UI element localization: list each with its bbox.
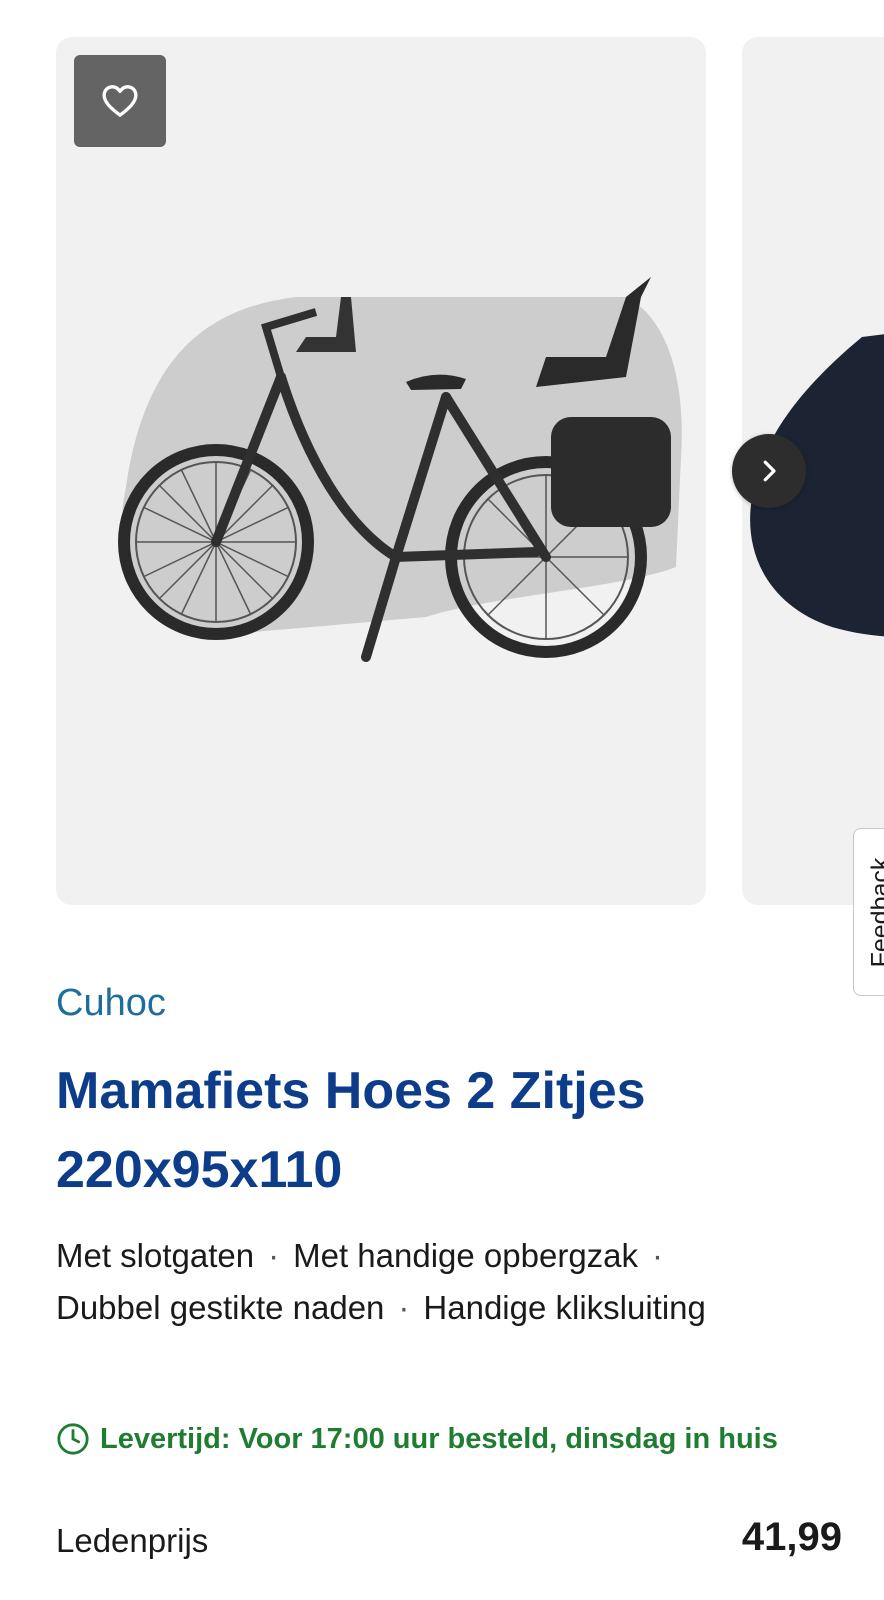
product-image [118,277,682,662]
product-title-line1: Mamafiets Hoes 2 Zitjes [56,1062,646,1120]
favorite-button[interactable] [74,55,166,147]
feature-item: Dubbel gestikte naden [56,1289,385,1326]
feature-separator: · [268,1237,280,1274]
feedback-label: Feedback [866,857,884,967]
clock-icon [56,1422,90,1456]
price-value: 41,99 [741,1515,842,1559]
product-page: Feedback Cuhoc Mamafiets Hoes 2 Zitjes 2… [0,0,884,1600]
carousel-next-button[interactable] [732,434,806,508]
feature-separator: · [398,1289,410,1326]
feature-item: Met handige opbergzak [293,1237,639,1274]
feature-item: Handige kliksluiting [423,1289,706,1326]
feature-item: Met slotgaten [56,1237,255,1274]
feature-list: Met slotgaten · Met handige opbergzak · Dub… [56,1230,836,1334]
delivery-text: Levertijd: Voor 17:00 uur besteld, dinsd… [100,1422,778,1455]
feature-separator: · [652,1237,664,1274]
delivery-info: Levertijd: Voor 17:00 uur besteld, dinsd… [56,1422,778,1456]
price-label: Ledenprijs [56,1522,209,1559]
product-title-line2: 220x95x110 [56,1141,343,1199]
heart-icon [102,85,138,117]
chevron-right-icon [763,460,776,482]
product-image-card[interactable] [56,37,706,905]
product-title: Mamafiets Hoes 2 Zitjes 220x95x110 [56,1052,816,1210]
feedback-tab[interactable]: Feedback [853,828,884,996]
brand-link[interactable]: Cuhoc [56,982,166,1025]
